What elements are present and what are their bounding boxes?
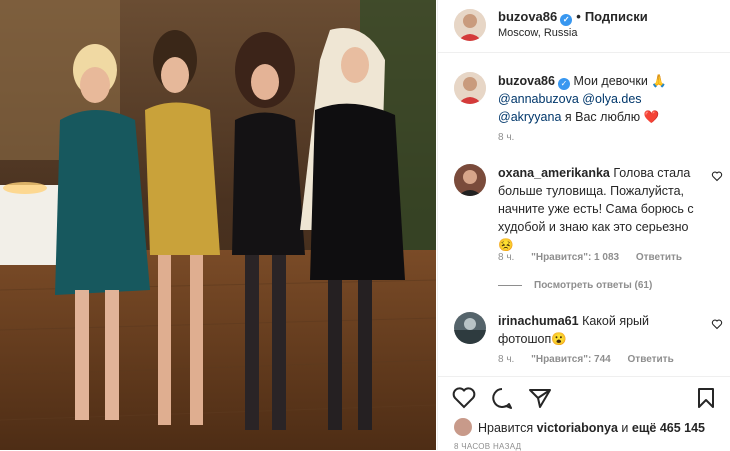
- heart-icon[interactable]: [711, 170, 723, 182]
- verified-badge-icon: ✓: [557, 78, 570, 90]
- author-avatar[interactable]: [454, 9, 486, 41]
- heart-icon[interactable]: [711, 318, 723, 330]
- comment-likes-link[interactable]: "Нравится": 744: [531, 354, 611, 365]
- comment-text: irinachuma61 Какой ярый фотошоп😮: [498, 312, 703, 348]
- comment-text: oxana_amerikanka Голова стала больше тул…: [498, 164, 703, 254]
- comment-author-avatar[interactable]: [454, 312, 486, 344]
- liker-avatar: [454, 418, 472, 436]
- caption-end: я Вас люблю: [564, 110, 641, 124]
- caption-intro: Мои девочки 🙏: [573, 74, 667, 88]
- reply-button[interactable]: Ответить: [628, 354, 674, 365]
- likes-middle: и: [621, 421, 629, 435]
- comment-likes-link[interactable]: "Нравится": 1 083: [531, 252, 619, 263]
- caption-time: 8 ч.: [498, 132, 515, 143]
- following-button[interactable]: Подписки: [585, 9, 648, 24]
- location-link[interactable]: Moscow, Russia: [498, 27, 577, 39]
- caption-text: buzova86 ✓ Мои девочки 🙏 @annabuzova @oly…: [498, 72, 703, 126]
- caption-author-avatar[interactable]: [454, 72, 486, 104]
- comment-meta: 8 ч. "Нравится": 744 Ответить: [498, 354, 688, 365]
- comment-author-link[interactable]: oxana_amerikanka: [498, 166, 610, 180]
- avatar-image: [454, 9, 486, 41]
- avatar-image: [454, 164, 486, 196]
- likes-prefix: Нравится: [478, 421, 534, 435]
- liker-username-link[interactable]: victoriabonya: [537, 421, 618, 435]
- comment-icon[interactable]: [490, 387, 514, 409]
- reply-button[interactable]: Ответить: [636, 252, 682, 263]
- likes-count-link[interactable]: ещё 465 145: [632, 421, 705, 435]
- comment-time: 8 ч.: [498, 354, 515, 365]
- share-icon[interactable]: [528, 387, 552, 409]
- heart-emoji: ❤️: [643, 110, 660, 124]
- avatar-image: [454, 72, 486, 104]
- mention-link[interactable]: @olya.des: [582, 92, 641, 106]
- action-bar: [438, 376, 730, 417]
- comment-author-link[interactable]: irinachuma61: [498, 314, 579, 328]
- post-photo-image: [0, 0, 436, 450]
- comment-author-avatar[interactable]: [454, 164, 486, 196]
- verified-badge-icon: ✓: [560, 14, 573, 26]
- caption-meta: 8 ч.: [498, 132, 528, 143]
- post-sidebar: buzova86 ✓ • Подписки Moscow, Russia buzova…: [437, 0, 730, 451]
- bookmark-icon[interactable]: [696, 387, 716, 409]
- comments-list[interactable]: buzova86 ✓ Мои девочки 🙏 @annabuzova @oly…: [438, 53, 730, 375]
- view-replies-button[interactable]: Посмотреть ответы (61): [498, 280, 652, 291]
- likes-summary: Нравится victoriabonya и ещё 465 145: [454, 418, 705, 436]
- post-photo[interactable]: [0, 0, 436, 450]
- post-header: buzova86 ✓ • Подписки Moscow, Russia: [438, 0, 730, 53]
- author-username-link[interactable]: buzova86: [498, 9, 557, 24]
- replies-line: [498, 284, 522, 286]
- caption-author-link[interactable]: buzova86: [498, 74, 555, 88]
- mention-link[interactable]: @annabuzova: [498, 92, 579, 106]
- heart-icon[interactable]: [452, 387, 476, 409]
- separator-dot: •: [576, 9, 581, 24]
- comment-time: 8 ч.: [498, 252, 515, 263]
- avatar-image: [454, 312, 486, 344]
- mention-link[interactable]: @akryyana: [498, 110, 561, 124]
- view-replies-label: Посмотреть ответы (61): [534, 280, 653, 291]
- comment-meta: 8 ч. "Нравится": 1 083 Ответить: [498, 252, 696, 263]
- header-line: buzova86 ✓ • Подписки: [498, 9, 648, 26]
